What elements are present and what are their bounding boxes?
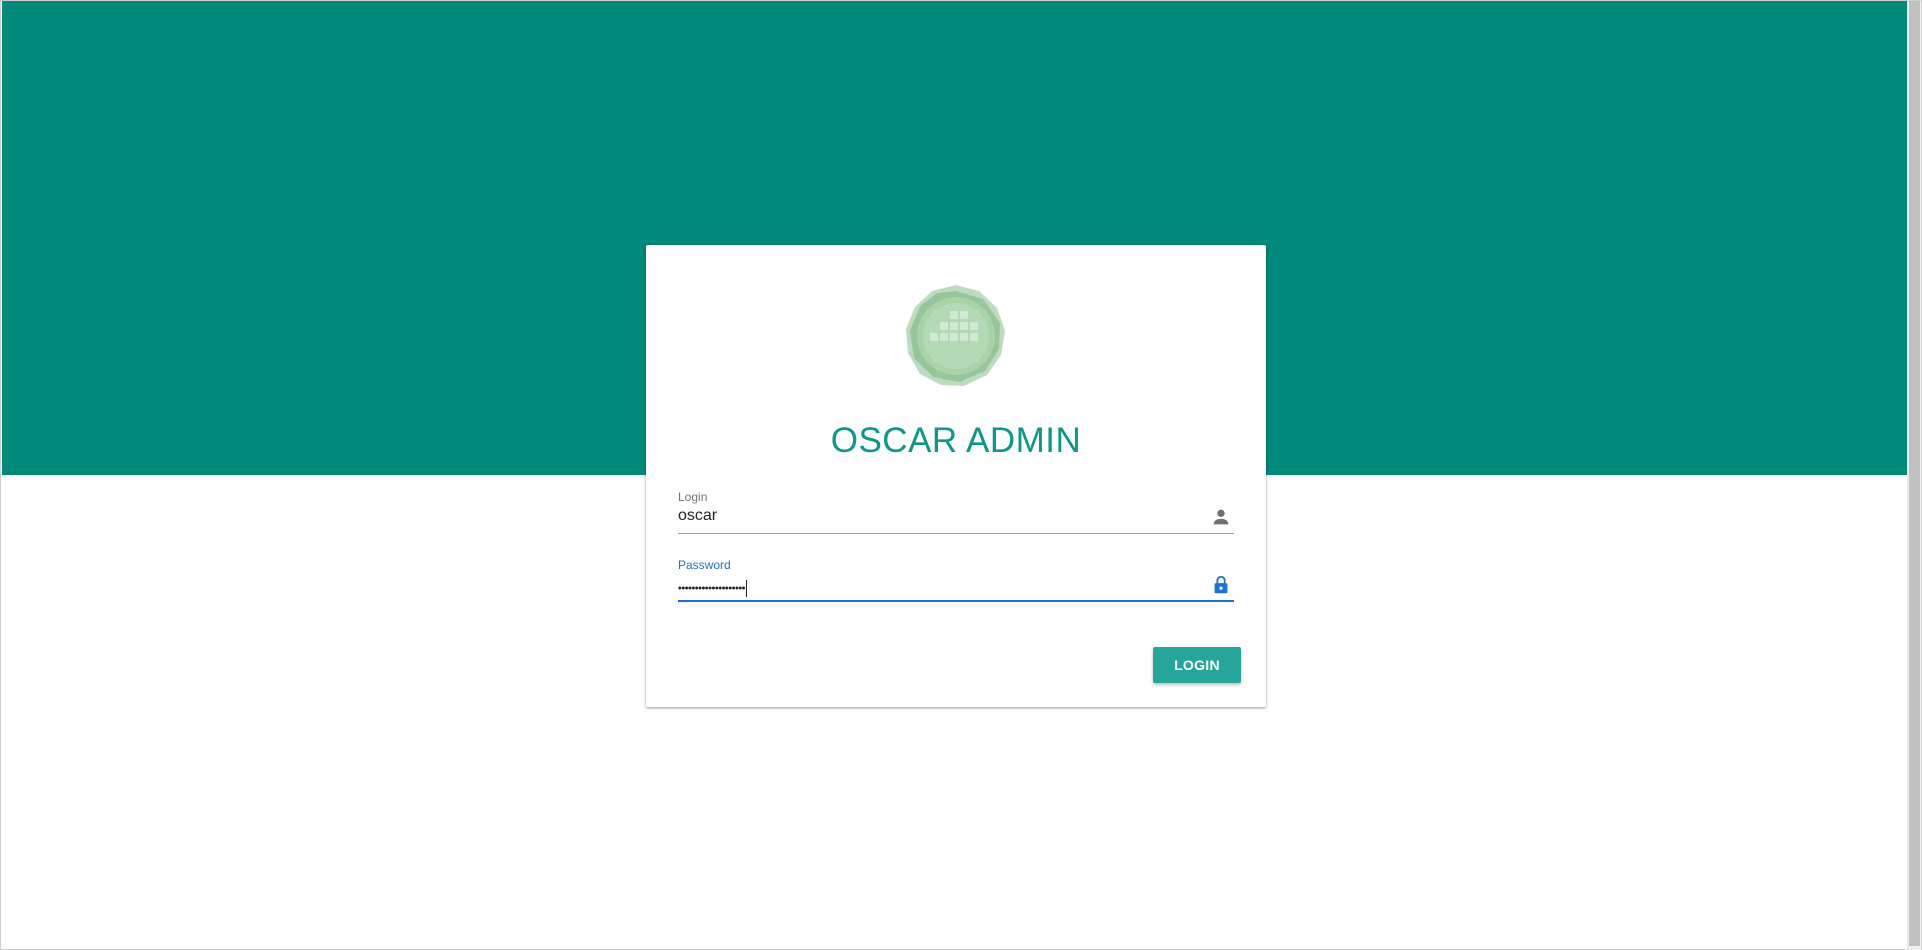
login-page: OSCAR ADMIN Login oscar Password •••••••… xyxy=(0,0,1922,950)
lock-icon xyxy=(1214,575,1228,594)
password-label: Password xyxy=(678,558,731,572)
login-underline xyxy=(678,533,1234,534)
login-button[interactable]: LOGIN xyxy=(1153,647,1241,683)
scrollbar-thumb[interactable] xyxy=(1909,1,1920,946)
login-label: Login xyxy=(678,490,708,504)
oscar-logo-icon xyxy=(906,285,1005,386)
person-icon xyxy=(1213,509,1229,525)
password-field[interactable]: Password •••••••••••••••••••• xyxy=(678,558,1234,602)
login-input[interactable]: oscar xyxy=(678,507,1178,525)
login-field[interactable]: Login oscar xyxy=(678,490,1234,534)
vertical-scrollbar[interactable] xyxy=(1907,1,1921,950)
password-mask: •••••••••••••••••••• xyxy=(678,582,746,595)
app-title: OSCAR ADMIN xyxy=(830,421,1082,460)
password-underline xyxy=(678,600,1234,602)
login-card: OSCAR ADMIN Login oscar Password •••••••… xyxy=(646,245,1266,707)
password-input[interactable]: •••••••••••••••••••• xyxy=(678,580,1178,597)
text-caret xyxy=(746,580,748,597)
